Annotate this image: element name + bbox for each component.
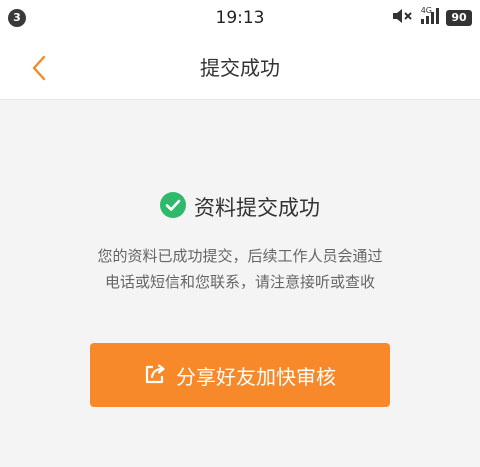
back-button[interactable] <box>24 50 60 86</box>
share-button[interactable]: 分享好友加快审核 <box>90 343 390 407</box>
success-heading: 资料提交成功 <box>0 189 480 225</box>
share-icon <box>144 363 166 388</box>
chevron-left-icon <box>24 55 60 90</box>
share-button-label: 分享好友加快审核 <box>176 366 336 389</box>
status-bar: 3 19:13 4G 90 <box>0 0 480 36</box>
page-title: 提交成功 <box>200 56 280 80</box>
nav-bar: 提交成功 <box>0 36 480 100</box>
check-circle-icon <box>160 192 186 222</box>
success-title: 资料提交成功 <box>194 196 320 220</box>
result-description: 您的资料已成功提交，后续工作人员会通过 电话或短信和您联系，请注意接听或查收 <box>60 243 420 295</box>
status-icons: 90 <box>392 8 472 28</box>
battery-icon: 90 <box>446 10 472 26</box>
description-line-2: 电话或短信和您联系，请注意接听或查收 <box>104 273 375 291</box>
mute-icon <box>392 8 414 28</box>
signal-icon <box>420 8 440 28</box>
description-line-1: 您的资料已成功提交，后续工作人员会通过 <box>97 247 383 265</box>
result-content: 资料提交成功 您的资料已成功提交，后续工作人员会通过 电话或短信和您联系，请注意… <box>0 101 480 467</box>
